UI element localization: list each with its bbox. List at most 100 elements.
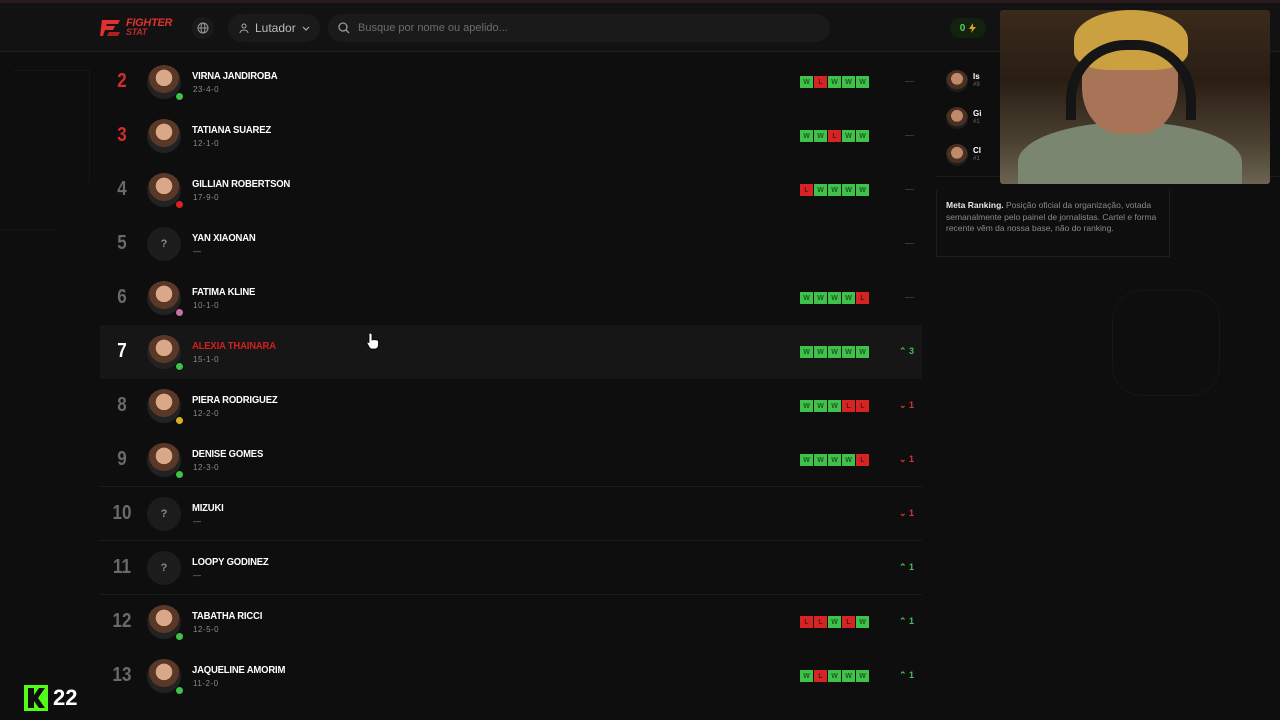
fighter-name[interactable]: ALEXIA THAINARA [192,341,276,352]
fighter-record: — [193,247,202,256]
country-flag-icon [175,416,184,425]
fighter-avatar[interactable] [147,119,181,153]
form-win-badge: W [800,76,813,88]
fighter-avatar[interactable]: ? [147,227,181,261]
top-accent-line [0,0,1280,3]
country-flag-icon [175,200,184,209]
fighter-name[interactable]: GILLIAN ROBERTSON [192,179,290,190]
side-fighter-item[interactable]: Gi #1 [946,103,1002,133]
fighter-type-label: Lutador [255,21,296,35]
search-input[interactable] [358,22,798,34]
form-loss-badge: L [814,616,827,628]
bg-octagon-left [0,70,90,230]
energy-count: 0 [959,22,966,34]
side-fighter-rank: #9 [973,82,980,88]
arrow-down-icon: ⌄ [898,400,909,410]
rank-change-value: — [905,238,914,248]
rank-change: — [880,76,914,86]
language-button[interactable] [192,17,214,39]
fighter-record: 12-1-0 [193,139,220,148]
form-win-badge: W [828,184,841,196]
kick-logo-icon [24,685,48,711]
rank-change: — [880,184,914,194]
form-win-badge: W [800,454,813,466]
ranking-row[interactable]: 9 DENISE GOMES 12-3-0 W W W W L ⌄ 1 [100,433,922,487]
fighter-name[interactable]: YAN XIAONAN [192,233,256,244]
form-loss-badge: L [800,184,813,196]
fighter-name[interactable]: FATIMA KLINE [192,287,255,298]
ranking-row[interactable]: 3 TATIANA SUAREZ 12-1-0 W W L W W — [100,109,922,163]
arrow-up-icon: ⌃ [898,616,909,626]
form-win-badge: W [856,184,869,196]
side-fighter-item[interactable]: Is #9 [946,66,1002,96]
energy-badge[interactable]: 0 [950,18,986,38]
fighter-name[interactable]: MIZUKI [192,503,224,514]
kick-viewer-count: 22 [24,684,86,712]
fighter-record: 17-9-0 [193,193,220,202]
form-win-badge: W [800,292,813,304]
side-fighter-avatar [946,107,968,129]
side-fighter-item[interactable]: Cl #1 [946,140,1002,170]
form-win-badge: W [842,292,855,304]
form-win-badge: W [814,400,827,412]
ranking-row[interactable]: 13 JAQUELINE AMORIM 11-2-0 W L W W W ⌃ 1 [100,649,922,703]
recent-form: WWWLL [800,400,869,412]
ranking-row[interactable]: 6 FATIMA KLINE 10-1-0 W W W W L — [100,271,922,325]
fighter-avatar[interactable]: ? [147,551,181,585]
ranking-row[interactable]: 4 GILLIAN ROBERTSON 17-9-0 L W W W W — [100,163,922,217]
ranking-row[interactable]: 12 TABATHA RICCI 12-5-0 L L W L W ⌃ 1 [100,595,922,649]
fighter-name[interactable]: TATIANA SUAREZ [192,125,271,136]
fighter-type-select[interactable]: Lutador [228,14,320,42]
bg-octagon-right [1112,290,1220,396]
fighter-name[interactable]: TABATHA RICCI [192,611,262,622]
side-fighter-name: Gi [973,109,982,118]
fighter-record: 12-2-0 [193,409,220,418]
fighter-name[interactable]: JAQUELINE AMORIM [192,665,285,676]
ranking-row[interactable]: 10? MIZUKI — ⌄ 1 [100,487,922,541]
user-icon [239,23,249,33]
form-win-badge: W [842,130,855,142]
fighter-name[interactable]: PIERA RODRIGUEZ [192,395,278,406]
fighterstat-logo[interactable]: FIGHTER STAT [100,16,180,40]
form-win-badge: W [828,454,841,466]
ranking-row[interactable]: 8 PIERA RODRIGUEZ 12-2-0 W W W L L ⌄ 1 [100,379,922,433]
recent-form: WWLWW [800,130,869,142]
country-flag-icon [175,686,184,695]
form-win-badge: W [856,76,869,88]
form-win-badge: W [842,670,855,682]
rank-change-value: — [905,130,914,140]
ranking-row[interactable]: 7 ALEXIA THAINARA 15-1-0 W W W W W ⌃ 3 [100,325,922,379]
rank-number: 11 [113,556,131,578]
ranking-row[interactable]: 2 VIRNA JANDIROBA 23-4-0 W L W W W — [100,55,922,109]
form-loss-badge: L [828,130,841,142]
rankings-list: 2 VIRNA JANDIROBA 23-4-0 W L W W W —3 TATIANA SUA… [100,55,922,720]
side-fighter-avatar [946,144,968,166]
side-fighter-rank: #1 [973,119,980,125]
rank-change: — [880,130,914,140]
rank-number: 5 [117,232,127,254]
fighter-record: 15-1-0 [193,355,220,364]
fighter-name[interactable]: VIRNA JANDIROBA [192,71,278,82]
globe-icon [197,22,209,34]
form-win-badge: W [856,130,869,142]
fighter-record: 11-2-0 [193,679,219,688]
fighter-record: 12-5-0 [193,625,220,634]
fighter-name[interactable]: DENISE GOMES [192,449,263,460]
form-win-badge: W [828,346,841,358]
form-win-badge: W [800,130,813,142]
fighter-name[interactable]: LOOPY GODINEZ [192,557,269,568]
unknown-avatar-mark: ? [160,508,168,520]
rank-change-value: 1 [908,616,914,626]
form-win-badge: W [828,616,841,628]
fighter-avatar[interactable]: ? [147,497,181,531]
recent-form: WWWWL [800,292,869,304]
ranking-row[interactable]: 11? LOOPY GODINEZ — ⌃ 1 [100,541,922,595]
ranking-row[interactable]: 5? YAN XIAONAN — — [100,217,922,271]
rank-change-value: 1 [908,400,914,410]
country-flag-icon [175,470,184,479]
search-bar[interactable] [328,14,830,42]
form-win-badge: W [828,76,841,88]
bolt-icon [969,23,977,33]
cursor-icon [366,332,379,350]
side-fighter-name: Cl [973,146,981,155]
